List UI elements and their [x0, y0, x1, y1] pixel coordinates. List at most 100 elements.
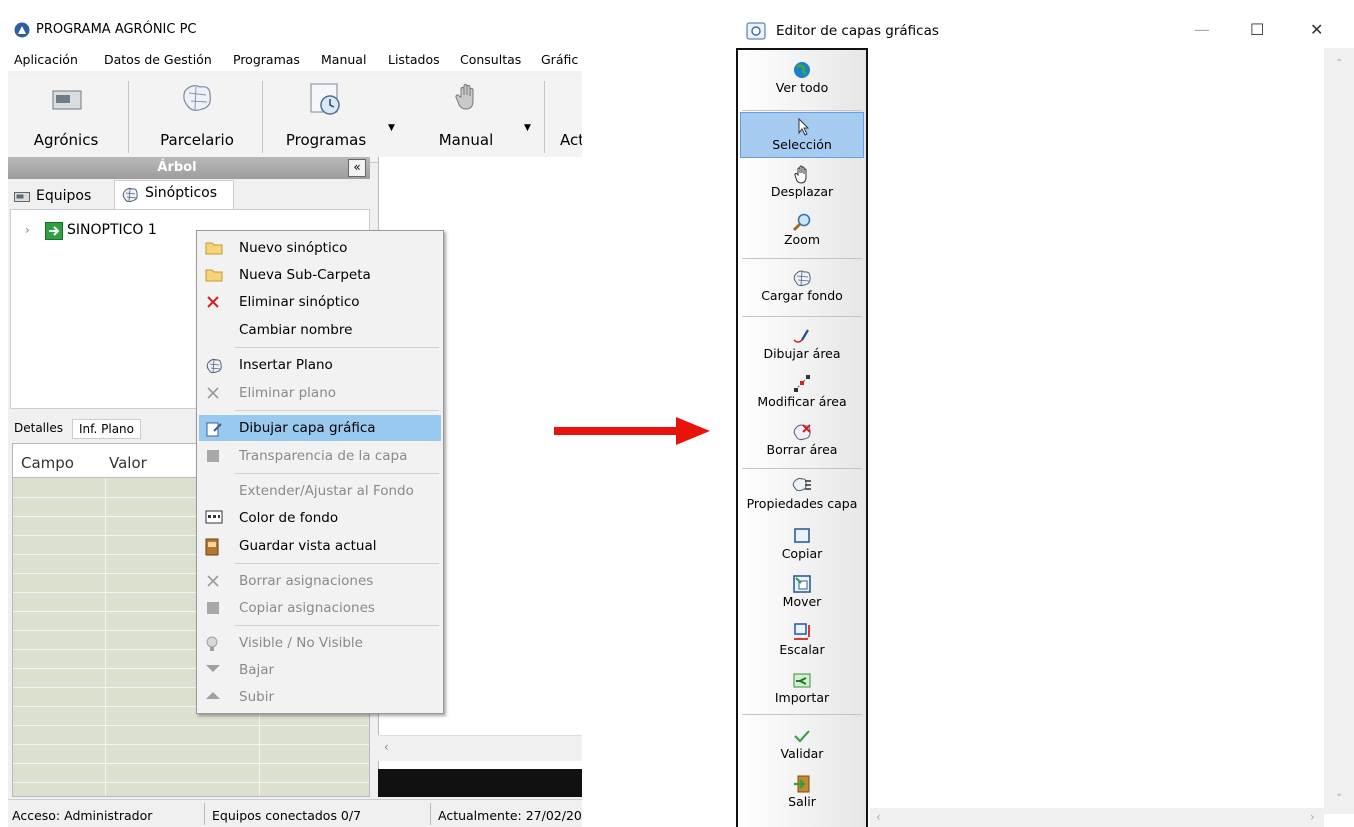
menu-separator — [235, 563, 439, 564]
horizontal-scrollbar[interactable]: ‹ › — [870, 808, 1324, 827]
modificar-area-button[interactable]: Modificar área — [740, 374, 864, 418]
mover-button[interactable]: Mover — [740, 574, 864, 618]
move-icon — [792, 574, 812, 594]
cursor-icon — [793, 117, 813, 137]
desplazar-button[interactable]: Desplazar — [740, 164, 864, 208]
parcelario-button[interactable]: Parcelario — [142, 73, 252, 159]
grid-row-line — [13, 782, 369, 783]
clock-program-icon — [308, 81, 344, 117]
menu-graficos[interactable]: Gráfic — [541, 52, 578, 67]
editor-canvas[interactable] — [870, 48, 1324, 814]
menu-item-insertar-plano[interactable]: Insertar Plano — [199, 352, 441, 378]
scroll-up-icon[interactable]: ⌃ — [1335, 58, 1343, 69]
window-title: PROGRAMA AGRÓNIC PC — [36, 22, 197, 37]
menu-aplicacion[interactable]: Aplicación — [14, 52, 78, 67]
app-logo-icon — [14, 22, 30, 38]
down-arrow-icon — [205, 662, 223, 680]
menu-separator — [235, 410, 439, 411]
menu-item-extender-ajustar[interactable]: Extender/Ajustar al Fondo — [199, 478, 441, 504]
menu-manual[interactable]: Manual — [321, 52, 366, 67]
toolbar-separator — [262, 81, 263, 153]
agronics-button[interactable]: Agrónics — [18, 73, 114, 159]
ver-todo-button[interactable]: Ver todo — [740, 60, 864, 106]
borrar-area-button[interactable]: Borrar área — [740, 422, 864, 466]
green-arrow-icon — [45, 222, 63, 240]
salir-button[interactable]: Salir — [740, 774, 864, 818]
menu-item-visible[interactable]: Visible / No Visible — [199, 630, 441, 656]
programas-dropdown-icon[interactable]: ▼ — [388, 123, 395, 133]
editor-toolbar: Ver todo Selección Desplazar Zoom Cargar… — [736, 48, 868, 827]
vertical-scrollbar[interactable]: ⌃ ⌄ — [1324, 48, 1354, 814]
toolbar-separator — [544, 81, 545, 153]
bulb-icon — [205, 635, 223, 653]
close-button[interactable]: ✕ — [1310, 20, 1323, 39]
scroll-right-icon[interactable]: › — [1310, 810, 1315, 824]
menu-item-eliminar-sinoptico[interactable]: Eliminar sinóptico — [199, 289, 441, 315]
menu-consultas[interactable]: Consultas — [460, 52, 521, 67]
exit-icon — [792, 774, 812, 794]
menu-item-borrar-asignaciones[interactable]: Borrar asignaciones — [199, 568, 441, 594]
validar-button[interactable]: Validar — [740, 726, 864, 770]
scroll-left-icon[interactable]: ‹ — [876, 810, 881, 824]
map-icon — [205, 357, 223, 375]
color-icon — [205, 510, 223, 528]
seleccion-button[interactable]: Selección — [740, 112, 864, 158]
collapse-panel-button[interactable]: « — [348, 159, 366, 177]
menu-separator — [235, 473, 439, 474]
menu-programas[interactable]: Programas — [233, 52, 300, 67]
menu-item-bajar[interactable]: Bajar — [199, 657, 441, 683]
menu-bar: Aplicación Datos de Gestión Programas Ma… — [8, 47, 582, 71]
cargar-fondo-button[interactable]: Cargar fondo — [740, 268, 864, 314]
horizontal-scrollbar[interactable]: ‹ — [378, 735, 582, 761]
maximize-button[interactable]: ☐ — [1250, 20, 1264, 39]
scroll-down-icon[interactable]: ⌄ — [1335, 788, 1343, 799]
scroll-left-icon[interactable]: ‹ — [384, 740, 389, 754]
menu-item-guardar-vista[interactable]: Guardar vista actual — [199, 533, 441, 559]
import-icon — [792, 670, 812, 690]
menu-item-cambiar-nombre[interactable]: Cambiar nombre — [199, 317, 441, 343]
menu-item-subir[interactable]: Subir — [199, 684, 441, 710]
map-icon — [121, 186, 139, 204]
menu-item-eliminar-plano[interactable]: Eliminar plano — [199, 380, 441, 406]
red-arrow-icon — [554, 415, 710, 447]
menu-item-copiar-asignaciones[interactable]: Copiar asignaciones — [199, 595, 441, 621]
tab-sinopticos[interactable]: Sinópticos — [114, 180, 234, 209]
editor-capas-window: Editor de capas gráficas — ☐ ✕ Ver todo … — [736, 14, 1354, 827]
grid-row-line — [13, 744, 369, 745]
menu-datos-gestion[interactable]: Datos de Gestión — [104, 52, 212, 67]
folder-icon — [205, 267, 223, 285]
tab-inf-plano[interactable]: Inf. Plano — [72, 419, 141, 439]
dark-status-strip — [378, 769, 582, 797]
draw-layer-icon — [205, 420, 223, 438]
propiedades-capa-button[interactable]: Propiedades capa — [740, 476, 864, 522]
menu-item-dibujar-capa-grafica[interactable]: Dibujar capa gráfica — [199, 415, 441, 441]
menu-item-color-fondo[interactable]: Color de fondo — [199, 505, 441, 531]
menu-item-nueva-sub-carpeta[interactable]: Nueva Sub-Carpeta — [199, 262, 441, 288]
menu-item-transparencia-capa[interactable]: Transparencia de la capa — [199, 443, 441, 469]
toolbar-separator — [742, 714, 862, 715]
arbol-panel-header: Árbol « — [8, 157, 370, 179]
folder-icon — [205, 240, 223, 258]
zoom-button[interactable]: Zoom — [740, 212, 864, 256]
manual-button[interactable]: Manual — [416, 73, 516, 159]
status-acceso: Acceso: Administrador — [12, 808, 153, 823]
tree-tabs: Equipos Sinópticos — [8, 179, 370, 209]
scale-icon — [792, 622, 812, 642]
context-menu: Nuevo sinóptico Nueva Sub-Carpeta Elimin… — [196, 230, 444, 714]
dibujar-area-button[interactable]: Dibujar área — [740, 326, 864, 370]
minimize-button[interactable]: — — [1194, 20, 1210, 39]
manual-dropdown-icon[interactable]: ▼ — [524, 123, 531, 133]
escalar-button[interactable]: Escalar — [740, 622, 864, 666]
map-icon — [792, 268, 812, 288]
menu-item-nuevo-sinoptico[interactable]: Nuevo sinóptico — [199, 235, 441, 261]
importar-button[interactable]: Importar — [740, 670, 864, 714]
tab-detalles[interactable]: Detalles — [14, 421, 63, 435]
expand-chevron-icon[interactable]: › — [25, 223, 30, 237]
title-bar: PROGRAMA AGRÓNIC PC — [8, 13, 582, 47]
actualizar-button[interactable]: Act — [554, 73, 582, 159]
menu-listados[interactable]: Listados — [388, 52, 440, 67]
programas-button[interactable]: Programas — [274, 73, 378, 159]
copiar-button[interactable]: Copiar — [740, 526, 864, 570]
tab-equipos[interactable]: Equipos — [10, 183, 114, 209]
grid-row-line — [13, 725, 369, 726]
